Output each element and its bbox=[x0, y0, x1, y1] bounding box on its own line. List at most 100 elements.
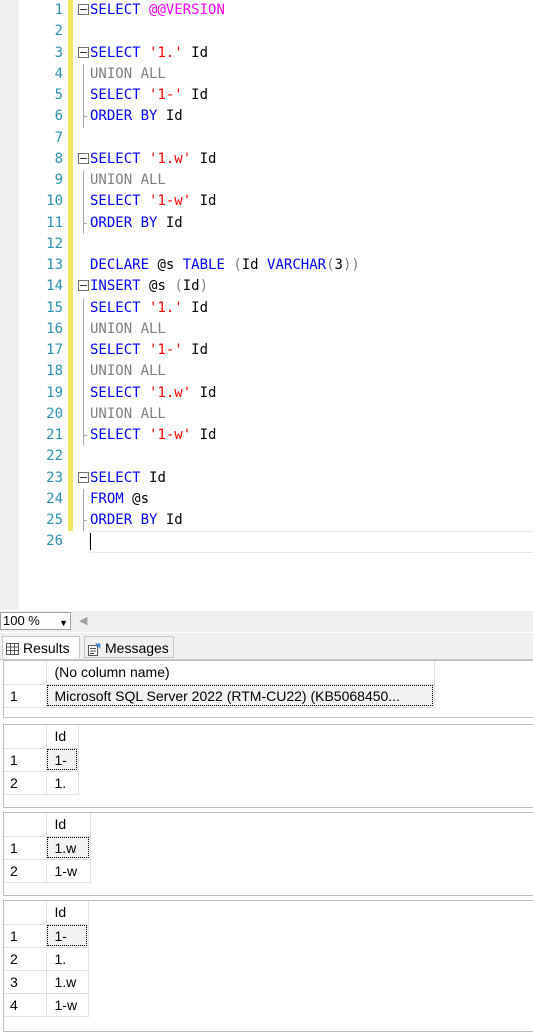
code-token: Id bbox=[182, 278, 200, 295]
code-line[interactable]: 22 bbox=[0, 446, 533, 468]
table-row[interactable]: 1 1.w bbox=[4, 836, 91, 860]
code-line[interactable]: 1 SELECT @@VERSION bbox=[0, 0, 533, 22]
code-line[interactable]: 13 DECLARE @s TABLE (Id VARCHAR(3)) bbox=[0, 255, 533, 277]
code-line[interactable]: 19 SELECT '1.w' Id bbox=[0, 382, 533, 404]
code-line[interactable]: 18 UNION ALL bbox=[0, 361, 533, 383]
code-line[interactable]: 12 bbox=[0, 233, 533, 255]
grid-cell[interactable]: 1-w bbox=[46, 859, 91, 883]
zoom-dropdown[interactable]: 100 % ▼ bbox=[0, 612, 71, 630]
outline-guide bbox=[83, 382, 84, 404]
row-header[interactable]: 1 bbox=[4, 836, 47, 860]
scroll-left-icon[interactable]: ◀ bbox=[79, 614, 87, 627]
grid-cell[interactable]: 1-w bbox=[46, 993, 89, 1017]
change-marker bbox=[68, 488, 73, 510]
table-row[interactable]: 2 1. bbox=[4, 947, 89, 971]
code-line[interactable]: 15 SELECT '1.' Id bbox=[0, 297, 533, 319]
grid-cell[interactable]: 1. bbox=[46, 947, 89, 971]
table-row[interactable]: 2 1-w bbox=[4, 859, 91, 883]
query-editor[interactable]: 1 SELECT @@VERSION 2 3 SELECT '1.' Id 4 UNION … bbox=[0, 0, 533, 610]
grid-corner[interactable] bbox=[4, 725, 47, 749]
code-line[interactable]: 11 ORDER BY Id bbox=[0, 212, 533, 234]
result-grid[interactable]: Id 1 1.w 2 1-w bbox=[3, 812, 533, 896]
result-grid[interactable]: Id 1 1- 2 1. 3 1.w 4 1-w bbox=[3, 900, 533, 1032]
code-line[interactable]: 8 SELECT '1.w' Id bbox=[0, 148, 533, 170]
change-marker bbox=[68, 510, 73, 532]
code-token: SELECT bbox=[90, 427, 150, 443]
code-token: Id bbox=[241, 257, 268, 273]
code-line[interactable]: 21 SELECT '1-w' Id bbox=[0, 425, 533, 447]
editor-status-bar: 100 % ▼ ◀ bbox=[0, 611, 533, 632]
line-number: 4 bbox=[54, 65, 63, 82]
code-text: ORDER BY Id bbox=[90, 106, 183, 127]
grid-corner[interactable] bbox=[4, 901, 47, 925]
collapse-icon[interactable] bbox=[78, 280, 89, 292]
row-header[interactable]: 3 bbox=[4, 970, 47, 994]
code-line[interactable]: 6 ORDER BY Id bbox=[0, 106, 533, 128]
code-line[interactable]: 7 bbox=[0, 127, 533, 149]
code-line[interactable]: 25 ORDER BY Id bbox=[0, 510, 533, 532]
code-token: Id bbox=[182, 342, 209, 358]
code-token: TABLE bbox=[182, 257, 234, 273]
table-row[interactable]: 3 1.w bbox=[4, 970, 89, 994]
grid-cell[interactable]: 1.w bbox=[46, 836, 91, 860]
collapse-icon[interactable] bbox=[78, 46, 89, 58]
horizontal-scrollbar[interactable] bbox=[92, 615, 533, 628]
grid-cell[interactable]: 1- bbox=[46, 748, 79, 772]
result-grid[interactable]: (No column name) 1 Microsoft SQL Server 20… bbox=[3, 660, 533, 718]
result-grid[interactable]: Id 1 1- 2 1. bbox=[3, 724, 533, 808]
code-line[interactable]: 4 UNION ALL bbox=[0, 63, 533, 85]
collapse-icon[interactable] bbox=[78, 152, 89, 164]
code-token: @s bbox=[157, 257, 183, 273]
column-header[interactable]: Id bbox=[46, 901, 89, 925]
code-line[interactable]: 10 SELECT '1-w' Id bbox=[0, 191, 533, 213]
grid-cell[interactable]: 1- bbox=[46, 924, 89, 948]
code-line[interactable]: 17 SELECT '1-' Id bbox=[0, 340, 533, 362]
code-line[interactable]: 9 UNION ALL bbox=[0, 170, 533, 192]
messages-icon bbox=[88, 643, 101, 656]
collapse-icon[interactable] bbox=[78, 471, 89, 483]
change-marker bbox=[68, 106, 73, 128]
code-text: ORDER BY Id bbox=[90, 213, 183, 234]
row-header[interactable]: 2 bbox=[4, 947, 47, 971]
column-header[interactable]: Id bbox=[46, 813, 91, 837]
code-token: @s bbox=[149, 278, 175, 295]
table-row[interactable]: 1 1- bbox=[4, 748, 79, 772]
row-header[interactable]: 4 bbox=[4, 993, 47, 1017]
code-line[interactable]: 24 FROM @s bbox=[0, 488, 533, 510]
column-header[interactable]: (No column name) bbox=[46, 661, 435, 685]
column-header[interactable]: Id bbox=[46, 725, 79, 749]
row-header[interactable]: 2 bbox=[4, 859, 47, 883]
code-line[interactable]: 16 UNION ALL bbox=[0, 318, 533, 340]
code-token: UNION ALL bbox=[90, 172, 166, 188]
table-row[interactable]: 1 1- bbox=[4, 924, 89, 948]
tab-results[interactable]: Results bbox=[2, 636, 80, 658]
code-line[interactable]: 26 bbox=[0, 531, 533, 553]
row-header[interactable]: 1 bbox=[4, 748, 47, 772]
grid-corner[interactable] bbox=[4, 661, 47, 685]
table-row[interactable]: 2 1. bbox=[4, 771, 79, 795]
row-header[interactable]: 1 bbox=[4, 684, 47, 708]
code-line[interactable]: 23 SELECT Id bbox=[0, 467, 533, 489]
code-line[interactable]: 3 SELECT '1.' Id bbox=[0, 42, 533, 64]
table-row[interactable]: 1 Microsoft SQL Server 2022 (RTM-CU22) (K… bbox=[4, 684, 435, 708]
code-lines[interactable]: 1 SELECT @@VERSION 2 3 SELECT '1.' Id 4 UNION … bbox=[0, 0, 533, 553]
grid-corner[interactable] bbox=[4, 813, 47, 837]
code-token: ) bbox=[199, 278, 209, 295]
row-header[interactable]: 1 bbox=[4, 924, 47, 948]
collapse-icon[interactable] bbox=[78, 4, 89, 15]
code-text: FROM @s bbox=[90, 489, 149, 510]
change-marker bbox=[68, 42, 73, 64]
change-marker bbox=[68, 297, 73, 319]
code-line[interactable]: 2 bbox=[0, 21, 533, 43]
grid-cell[interactable]: 1. bbox=[46, 771, 79, 795]
code-token: VARCHAR bbox=[267, 257, 327, 273]
grid-cell[interactable]: 1.w bbox=[46, 970, 89, 994]
code-line[interactable]: 5 SELECT '1-' Id bbox=[0, 85, 533, 107]
line-number: 25 bbox=[46, 512, 63, 528]
row-header[interactable]: 2 bbox=[4, 771, 47, 795]
tab-messages[interactable]: Messages bbox=[84, 636, 174, 658]
code-line[interactable]: 20 UNION ALL bbox=[0, 403, 533, 425]
table-row[interactable]: 4 1-w bbox=[4, 993, 89, 1017]
code-line[interactable]: 14 INSERT @s (Id) bbox=[0, 276, 533, 298]
grid-cell[interactable]: Microsoft SQL Server 2022 (RTM-CU22) (KB… bbox=[46, 684, 435, 708]
